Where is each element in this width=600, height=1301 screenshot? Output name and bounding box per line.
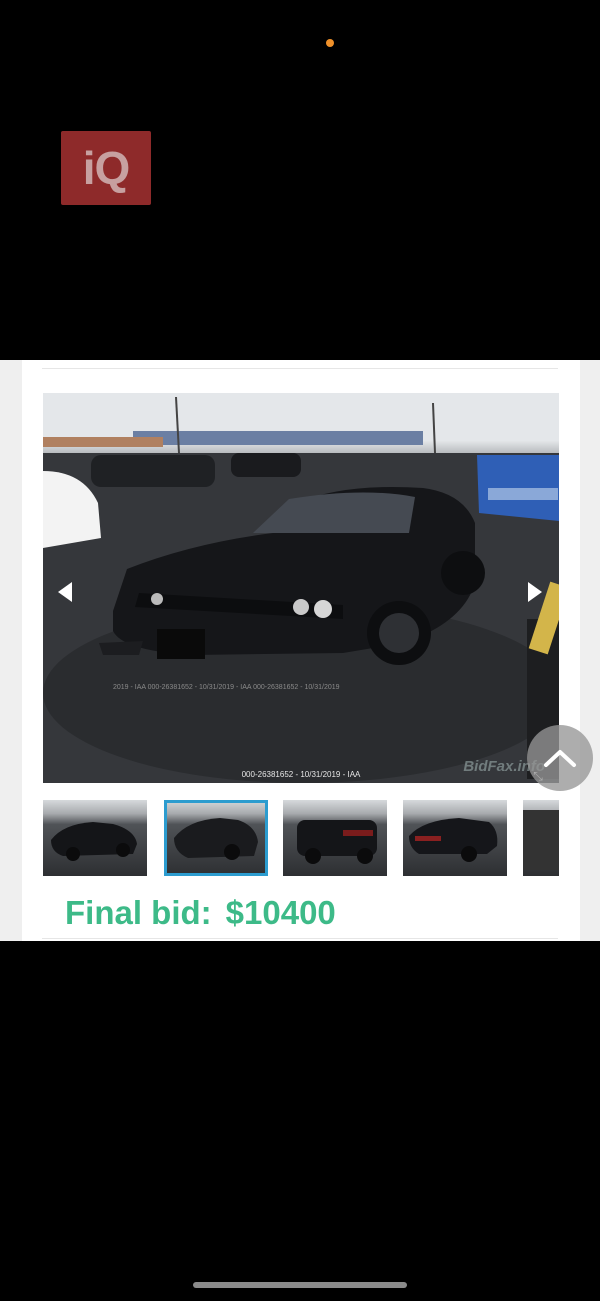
photo-id-caption: 000-26381652 - 10/31/2019 - IAA (241, 770, 361, 779)
card-gutter-right (580, 360, 600, 941)
chevron-up-icon (544, 750, 576, 767)
final-bid: Final bid: $10400 (65, 894, 336, 932)
car-illustration (43, 393, 559, 783)
photo-repeat-caption: 2019 - IAA 000-26381652 - 10/31/2019 - I… (113, 684, 340, 691)
thumbnail-strip (43, 800, 559, 876)
thumbnail-1[interactable] (43, 800, 147, 876)
thumbnail-3[interactable] (283, 800, 387, 876)
scroll-to-top-button[interactable] (527, 725, 593, 791)
home-indicator[interactable] (193, 1282, 407, 1288)
prev-photo-arrow-icon[interactable] (58, 582, 72, 602)
final-bid-value: $10400 (225, 894, 336, 931)
thumbnail-4[interactable] (403, 800, 507, 876)
iq-logo: iQ (61, 131, 151, 205)
divider (42, 368, 558, 369)
main-car-photo[interactable]: 2019 - IAA 000-26381652 - 10/31/2019 - I… (43, 393, 559, 783)
final-bid-label: Final bid: (65, 894, 212, 931)
card-gutter-left (0, 360, 22, 941)
listing-card: 2019 - IAA 000-26381652 - 10/31/2019 - I… (0, 360, 600, 941)
thumbnail-5[interactable] (523, 800, 559, 876)
next-photo-arrow-icon[interactable] (528, 582, 542, 602)
status-indicator-dot (326, 39, 334, 47)
thumbnail-2[interactable] (164, 800, 268, 876)
divider (42, 938, 558, 939)
